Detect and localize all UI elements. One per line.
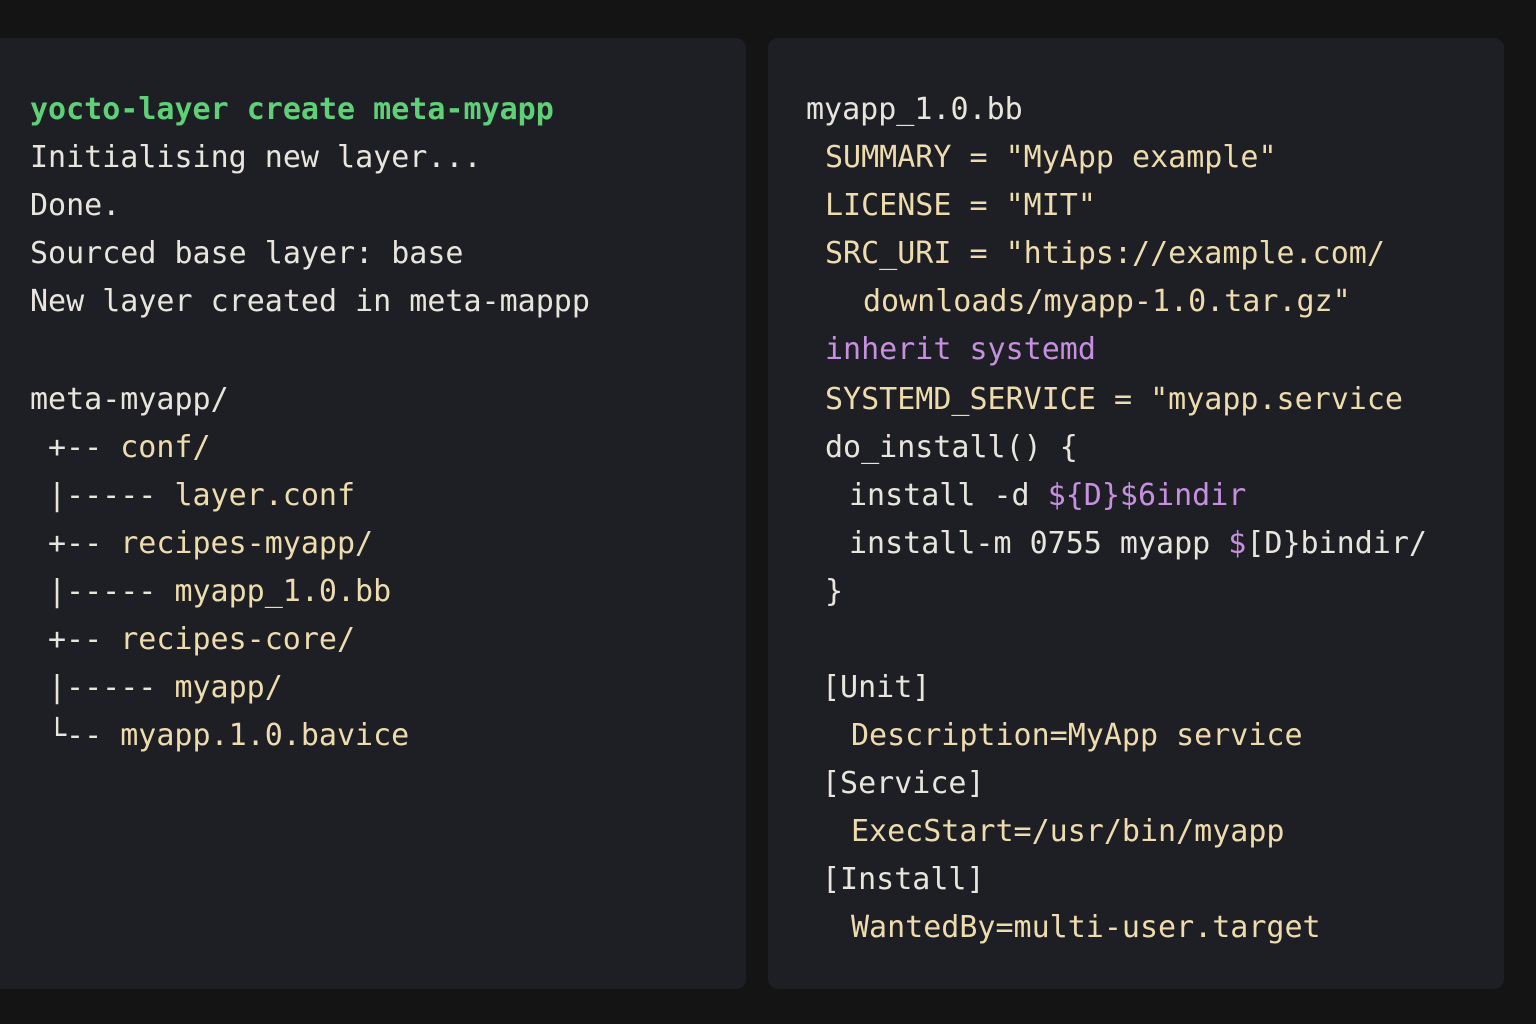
install-wanted-by: WantedBy=multi-user.target [851, 910, 1321, 945]
tree-entry: +-- recipes-myapp/ [48, 526, 373, 562]
service-exec-start: ExecStart=/usr/bin/myapp [851, 814, 1285, 849]
recipe-inherit: inherit systemd [825, 332, 1096, 368]
tree-entry: |----- myapp/ [48, 670, 283, 706]
terminal-output-line: New layer created in meta-mappp [30, 284, 590, 319]
tree-branch: |----- [48, 478, 175, 513]
recipe-src-uri-continued: downloads/myapp-1.0.tar.gz" [863, 284, 1351, 319]
tree-entry-name: myapp/ [174, 670, 283, 705]
editor-filename: myapp_1.0.bb [806, 92, 1023, 127]
tree-branch: +-- [48, 430, 121, 465]
unit-description: Description=MyApp service [851, 718, 1303, 753]
terminal-output-line: Initialising new layer... [30, 140, 482, 175]
tree-branch: +-- [48, 526, 121, 561]
recipe-summary: SUMMARY = "MyApp example" [825, 140, 1277, 175]
recipe-systemd-service: SYSTEMD_SERVICE = "myapp.service [825, 382, 1403, 417]
unit-section-header: [Unit] [822, 670, 931, 705]
terminal-command: yocto-layer create meta-myapp [30, 92, 554, 127]
tree-entry: +-- recipes-core/ [48, 622, 355, 658]
install-path: [D}bindir/ [1246, 526, 1427, 561]
install-variable: ${D}$6indir [1047, 478, 1247, 513]
recipe-do-install: do_install() { [825, 430, 1078, 465]
inherit-argument: systemd [969, 332, 1096, 367]
tree-branch: |----- [48, 670, 175, 705]
tree-branch: └-- [48, 718, 121, 753]
tree-entry: |----- myapp_1.0.bb [48, 574, 391, 610]
recipe-close-brace: } [825, 574, 844, 609]
tree-entry: +-- conf/ [48, 430, 211, 466]
recipe-src-uri: SRC_URI = "htips://example.com/ [825, 236, 1385, 271]
terminal-output-line: Sourced base layer: base [30, 236, 464, 271]
tree-entry-name: myapp.1.0.bavice [120, 718, 410, 753]
install-command: install -d [849, 478, 1048, 513]
recipe-install-binary: install-m 0755 myapp $[D}bindir/ [849, 526, 1427, 562]
tree-entry-name: recipes-myapp/ [120, 526, 374, 561]
tree-entry-name: layer.conf [174, 478, 356, 513]
install-variable: $ [1228, 526, 1247, 561]
tree-entry-name: conf/ [120, 430, 211, 465]
tree-entry-name: recipes-core/ [120, 622, 356, 657]
recipe-license: LICENSE = "MIT" [825, 188, 1096, 223]
install-section-header: [Install] [822, 862, 985, 897]
terminal-output-line: Done. [30, 188, 121, 223]
terminal-pane[interactable]: yocto-layer create meta-myapp Initialisi… [0, 38, 746, 989]
tree-entry: |----- layer.conf [48, 478, 355, 514]
tree-root: meta-myapp/ [30, 382, 229, 417]
service-section-header: [Service] [822, 766, 985, 801]
install-command: install-m 0755 myapp [849, 526, 1229, 561]
tree-entry: └-- myapp.1.0.bavice [48, 718, 409, 754]
recipe-install-dir: install -d ${D}$6indir [849, 478, 1246, 514]
inherit-keyword: inherit [825, 332, 952, 367]
tree-entry-name: myapp_1.0.bb [174, 574, 392, 609]
tree-branch: +-- [48, 622, 121, 657]
tree-branch: |----- [48, 574, 175, 609]
editor-pane[interactable]: myapp_1.0.bb SUMMARY = "MyApp example" L… [768, 38, 1504, 989]
